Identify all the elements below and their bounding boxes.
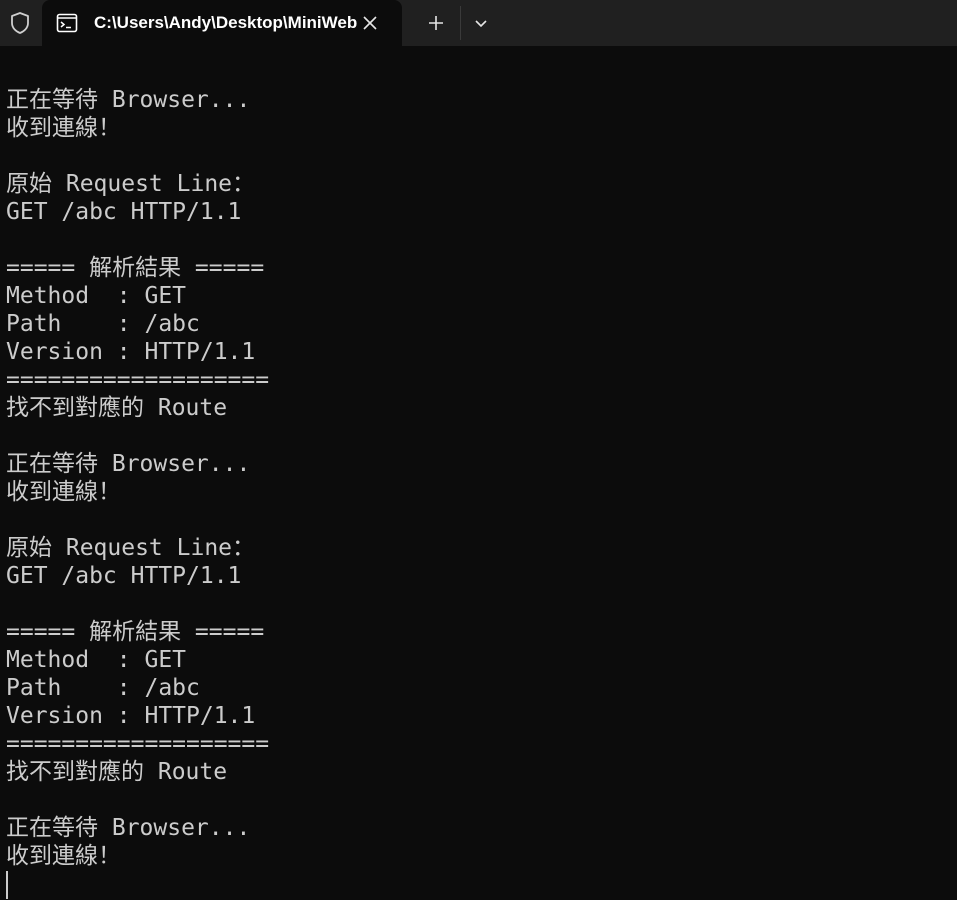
console-line: 找不到對應的 Route <box>6 395 228 421</box>
console-line: Path : /abc <box>6 675 200 701</box>
tab-terminal[interactable]: C:\Users\Andy\Desktop\MiniWeb <box>42 0 402 46</box>
close-icon[interactable] <box>358 11 382 35</box>
console-line: Path : /abc <box>6 311 200 337</box>
console-line: 原始 Request Line： <box>6 171 256 197</box>
new-tab-button[interactable] <box>422 9 450 37</box>
console-line: 收到連線！ <box>6 843 121 869</box>
console-area[interactable]: 正在等待 Browser... 收到連線！ 原始 Request Line： GET … <box>0 46 957 900</box>
title-bar: C:\Users\Andy\Desktop\MiniWeb <box>0 0 957 46</box>
console-line: =================== <box>6 367 270 393</box>
console-line: GET /abc HTTP/1.1 <box>6 563 242 589</box>
console-line: Method : GET <box>6 647 187 673</box>
plus-icon <box>429 16 443 30</box>
console-line: ===== 解析結果 ===== <box>6 619 265 645</box>
dropdown-button[interactable] <box>468 9 494 37</box>
terminal-icon <box>56 12 78 34</box>
shield-icon[interactable] <box>6 9 34 37</box>
console-line: 收到連線！ <box>6 115 121 141</box>
console-line: 找不到對應的 Route <box>6 759 228 785</box>
console-line: 原始 Request Line： <box>6 535 256 561</box>
console-line: 收到連線！ <box>6 479 121 505</box>
console-line: 正在等待 Browser... <box>6 815 251 841</box>
console-line: Method : GET <box>6 283 187 309</box>
console-output: 正在等待 Browser... 收到連線！ 原始 Request Line： GET … <box>6 86 269 870</box>
tab-separator <box>460 6 461 40</box>
console-line: ===== 解析結果 ===== <box>6 255 265 281</box>
console-line: Version : HTTP/1.1 <box>6 339 256 365</box>
console-line: =================== <box>6 731 270 757</box>
chevron-down-icon <box>475 20 487 28</box>
tab-title: C:\Users\Andy\Desktop\MiniWeb <box>94 13 358 32</box>
console-line: 正在等待 Browser... <box>6 451 251 477</box>
text-cursor <box>6 871 8 899</box>
console-line: Version : HTTP/1.1 <box>6 703 256 729</box>
console-line: GET /abc HTTP/1.1 <box>6 199 242 225</box>
console-line: 正在等待 Browser... <box>6 87 251 113</box>
